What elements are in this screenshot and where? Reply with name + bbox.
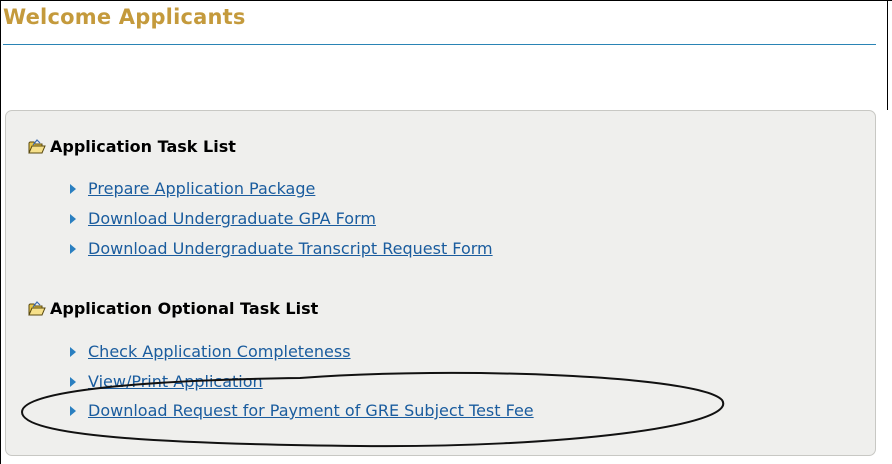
list-item[interactable]: Check Application Completeness (68, 342, 351, 361)
arrow-right-icon (68, 180, 78, 194)
arrow-right-icon (68, 210, 78, 224)
page-title: Welcome Applicants (3, 5, 246, 29)
section-heading: Application Task List (50, 137, 236, 156)
arrow-right-icon (68, 402, 78, 416)
link-view-print-application[interactable]: View/Print Application (88, 372, 263, 391)
section-header-task-list: Application Task List (28, 137, 236, 156)
list-item[interactable]: Download Request for Payment of GRE Subj… (68, 401, 534, 420)
section-header-optional-task-list: Application Optional Task List (28, 299, 318, 318)
open-folder-icon (28, 300, 46, 317)
arrow-right-icon (68, 373, 78, 387)
title-divider (3, 44, 876, 45)
list-item[interactable]: Prepare Application Package (68, 179, 315, 198)
arrow-right-icon (68, 343, 78, 357)
link-check-application-completeness[interactable]: Check Application Completeness (88, 342, 351, 361)
frame-right-edge (887, 0, 888, 110)
link-download-transcript-request-form[interactable]: Download Undergraduate Transcript Reques… (88, 239, 493, 258)
link-download-gpa-form[interactable]: Download Undergraduate GPA Form (88, 209, 376, 228)
section-heading: Application Optional Task List (50, 299, 319, 318)
list-item[interactable]: Download Undergraduate Transcript Reques… (68, 239, 493, 258)
arrow-right-icon (68, 240, 78, 254)
list-item[interactable]: View/Print Application (68, 372, 263, 391)
link-prepare-application-package[interactable]: Prepare Application Package (88, 179, 315, 198)
link-download-gre-subject-test-fee-request[interactable]: Download Request for Payment of GRE Subj… (88, 401, 534, 420)
open-folder-icon (28, 138, 46, 155)
list-item[interactable]: Download Undergraduate GPA Form (68, 209, 376, 228)
